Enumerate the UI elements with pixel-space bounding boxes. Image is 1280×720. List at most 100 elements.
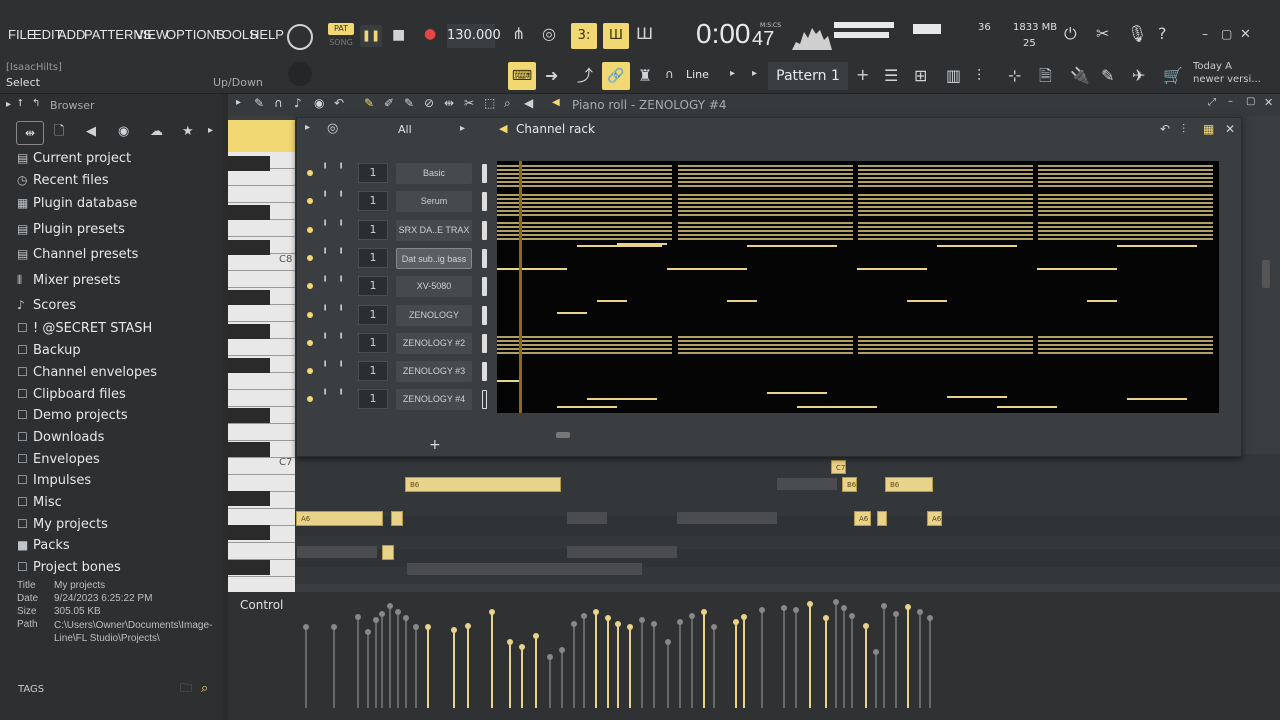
piano-key-white[interactable] [228, 305, 295, 322]
browser-item-envelopes[interactable]: ☐ Envelopes [17, 452, 100, 467]
pause-button[interactable]: ❚❚ [360, 25, 382, 47]
note-a6-5[interactable]: A6 [927, 511, 942, 526]
channel-mute-led[interactable] [307, 311, 313, 318]
note-c7[interactable]: C7 [831, 460, 846, 474]
close-icon[interactable]: ✕ [1240, 28, 1251, 41]
browser-item-mixer-presets[interactable]: ⫴ Mixer presets [17, 273, 121, 288]
channel-pan-knob[interactable]: ╹ [322, 391, 328, 401]
channel-name-button[interactable]: ZENOLOGY [396, 304, 472, 326]
swing-knob-icon[interactable]: ◎ [327, 122, 338, 135]
channel-volume-knob[interactable]: ╹ [338, 249, 344, 260]
delete-icon[interactable]: ✎ [404, 97, 414, 109]
channel-pan-knob[interactable]: ╹ [322, 249, 328, 260]
channel-select-indicator[interactable] [482, 220, 487, 240]
patcher-icon[interactable]: ⊹ [1008, 68, 1021, 84]
browser-globe-icon[interactable]: ◉ [118, 125, 129, 138]
channel-select-indicator[interactable] [482, 333, 487, 353]
channel-volume-knob[interactable]: ╹ [338, 363, 344, 373]
browser-item-recent-files[interactable]: ◷ Recent files [17, 173, 109, 188]
channel-select-indicator[interactable] [482, 192, 487, 212]
countdown-button[interactable]: 3: [571, 23, 597, 49]
channel-mixer-track[interactable]: 1 [358, 276, 388, 297]
menu-view[interactable]: VIEW [135, 27, 168, 42]
piano-key-black[interactable] [228, 205, 270, 220]
channel-pan-knob[interactable]: ╹ [322, 334, 328, 345]
browser-item-impulses[interactable]: ☐ Impulses [17, 473, 91, 488]
channel-pan-knob[interactable]: ╹ [322, 278, 328, 288]
piano-key-black[interactable] [228, 324, 270, 339]
channel-mixer-track[interactable]: 1 [358, 361, 388, 382]
add-channel-button[interactable]: + [429, 437, 441, 453]
rack-filter[interactable]: All [398, 123, 412, 136]
channel-name-button[interactable]: ZENOLOGY #4 [396, 389, 472, 411]
piano-key-white[interactable] [228, 220, 295, 237]
slice-icon[interactable]: ✂ [464, 97, 474, 109]
graph-icon[interactable]: ⫶ [1182, 123, 1185, 135]
channel-mute-led[interactable] [307, 170, 313, 176]
master-volume-knob[interactable] [287, 24, 313, 50]
arrow-right-icon[interactable]: ➜ [545, 68, 558, 84]
rack-close-icon[interactable]: ✕ [1225, 123, 1235, 135]
channel-mixer-track[interactable]: 1 [358, 219, 388, 240]
channel-pan-knob[interactable]: ╹ [322, 165, 328, 175]
channel-pan-knob[interactable]: ╹ [322, 306, 328, 317]
link-button[interactable]: 🔗 [602, 62, 630, 90]
channel-volume-knob[interactable]: ╹ [338, 221, 344, 232]
search-icon[interactable]: ⌕ [201, 682, 208, 695]
add-pattern-icon[interactable]: + [856, 67, 869, 83]
mixer-icon[interactable]: ⫶ [977, 68, 981, 84]
channel-mute-led[interactable] [307, 226, 313, 233]
note-b6-1[interactable]: B6 [405, 477, 561, 492]
pr-menu-arrow-icon[interactable]: ◀ [552, 98, 560, 108]
browser-item-demo-projects[interactable]: ☐ Demo projects [17, 408, 128, 423]
rack-scrollbar[interactable] [556, 432, 570, 438]
folder-icon[interactable]: 🗀 [180, 682, 192, 694]
channel-mixer-track[interactable]: 1 [358, 163, 388, 183]
browser-item-downloads[interactable]: ☐ Downloads [17, 430, 104, 445]
step-edit-button[interactable]: Ш [603, 23, 629, 49]
playlist-icon[interactable]: ☰ [884, 68, 898, 84]
piano-key-white[interactable] [228, 186, 295, 203]
wait-input-icon[interactable]: ◎ [542, 26, 556, 42]
control-lane[interactable]: Control [228, 592, 1280, 720]
plugin-manager-icon[interactable]: ✂ [1096, 26, 1109, 42]
microphone-icon[interactable]: 🎙 [1127, 26, 1147, 42]
tempo-display[interactable]: 130.000 [447, 24, 501, 48]
menu-help[interactable]: HELP [250, 27, 284, 42]
menu-file[interactable]: FILE [8, 27, 35, 42]
channel-volume-knob[interactable]: ╹ [338, 193, 344, 203]
piano-key-black[interactable] [228, 290, 270, 305]
news-line-1[interactable]: Today A [1193, 61, 1232, 72]
browser-item-packs[interactable]: ■ Packs [17, 538, 70, 553]
browser-item-secret-stash[interactable]: ☐ ! @SECRET STASH [17, 321, 152, 336]
note-g6[interactable] [382, 545, 394, 560]
browser-item-current-project[interactable]: ▤ Current project [17, 151, 131, 166]
piano-key-white[interactable] [228, 390, 295, 407]
browser-speaker-icon[interactable]: ◀ [86, 125, 96, 138]
video-icon[interactable]: ✈ [1132, 68, 1145, 84]
piano-key-white[interactable] [228, 509, 295, 526]
note-b6-2[interactable]: B6 [842, 477, 857, 492]
master-pitch-slider[interactable] [913, 24, 941, 34]
channel-pan-knob[interactable]: ╹ [322, 193, 328, 203]
pr-undo-icon[interactable]: ↶ [334, 97, 344, 109]
browser-item-channel-presets[interactable]: ▤ Channel presets [17, 247, 138, 262]
plugin-icon[interactable]: 🔌 [1070, 68, 1090, 84]
pr-magnet-icon[interactable]: ∩ [274, 97, 283, 109]
channel-name-button[interactable]: Serum [396, 191, 472, 213]
channel-select-indicator[interactable] [482, 164, 487, 183]
power-icon[interactable]: ⏻ [1064, 26, 1077, 42]
browser-item-misc[interactable]: ☐ Misc [17, 495, 62, 510]
mute-tool-icon[interactable]: ⊘ [424, 97, 434, 109]
channel-mixer-track[interactable]: 1 [358, 191, 388, 212]
channel-select-indicator[interactable] [482, 277, 487, 297]
channel-mixer-track[interactable]: 1 [358, 247, 388, 268]
browser-item-plugin-presets[interactable]: ▤ Plugin presets [17, 222, 125, 237]
channel-volume-knob[interactable]: ╹ [338, 278, 344, 288]
piano-key-black[interactable] [228, 525, 270, 540]
channel-rack-piano-preview[interactable] [497, 161, 1219, 413]
piano-key-black[interactable] [228, 156, 270, 171]
channel-name-button[interactable]: XV-5080 [396, 276, 472, 298]
channel-volume-knob[interactable]: ╹ [338, 334, 344, 345]
stamp-icon[interactable]: ♜ [638, 68, 652, 84]
